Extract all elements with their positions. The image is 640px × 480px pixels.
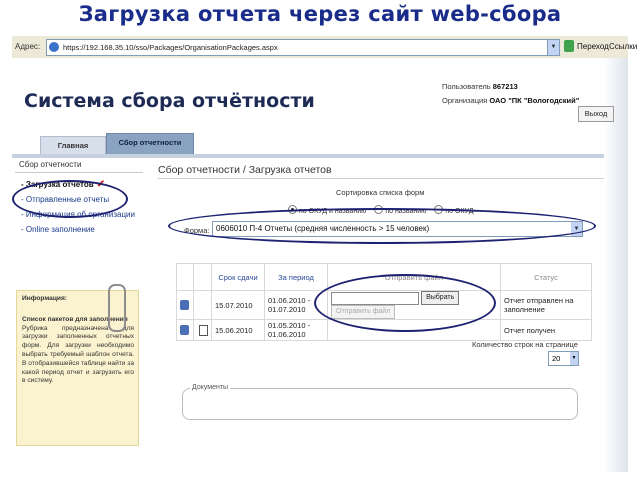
address-dropdown-icon[interactable]: ▼: [547, 39, 560, 56]
sidebar-heading: Сбор отчетности: [15, 160, 143, 173]
web-page: Система сбора отчётности Пользователь 86…: [12, 58, 628, 472]
table-cell-deadline: 15.06.2010: [211, 319, 265, 341]
table-header-icon-col: [176, 263, 194, 291]
table-header-deadline[interactable]: Срок сдачи: [211, 263, 265, 291]
table-header-period[interactable]: За период: [264, 263, 328, 291]
address-label: Адрес:: [15, 42, 41, 51]
rows-per-page-label: Количество строк на странице: [472, 340, 578, 349]
table-cell-doc: [193, 290, 212, 320]
paperclip-icon: [108, 284, 126, 332]
annotation-oval-form: [168, 208, 596, 244]
table-header-status: Статус: [500, 263, 592, 291]
tab-report-collection[interactable]: Сбор отчетности: [106, 133, 194, 156]
table-cell-status: Отчет получен: [500, 319, 592, 341]
table-cell-period: 01.05.2010 - 01.06.2010: [264, 319, 328, 341]
user-value: 867213: [492, 82, 518, 91]
tab-home[interactable]: Главная: [40, 136, 106, 156]
table-cell-deadline: 15.07.2010: [211, 290, 265, 320]
system-title: Система сбора отчётности: [24, 90, 315, 112]
documents-panel: [182, 388, 578, 420]
table-cell-doc: [193, 319, 212, 341]
chevron-down-icon[interactable]: ▼: [570, 352, 578, 365]
browser-toolbar: Адрес: https://192.168.35.10/sso/Package…: [12, 36, 637, 59]
org-value: ОАО "ПК "Вологодский": [489, 96, 580, 105]
ie-page-icon: [49, 42, 59, 52]
info-text: Рубрика предназначена для загрузки запол…: [22, 324, 134, 385]
user-info: Пользователь 867213 Организация ОАО "ПК …: [442, 80, 579, 108]
slide-title: Загрузка отчета через сайт web-сбора: [78, 2, 562, 26]
page-heading: Сбор отчетности / Загрузка отчетов: [158, 164, 332, 176]
report-icon[interactable]: [180, 300, 189, 310]
go-arrow-icon[interactable]: [564, 40, 574, 52]
documents-label: Документы: [190, 384, 231, 391]
address-url: https://192.168.35.10/sso/Packages/Organ…: [63, 43, 278, 52]
report-icon[interactable]: [180, 325, 189, 335]
address-bar[interactable]: https://192.168.35.10/sso/Packages/Organ…: [46, 39, 560, 56]
heading-divider: [158, 178, 604, 179]
org-label: Организация: [442, 96, 488, 105]
document-icon[interactable]: [199, 324, 208, 336]
annotation-oval-upload: [314, 274, 496, 332]
sort-label: Сортировка списка форм: [336, 188, 425, 197]
logout-button[interactable]: Выход: [578, 106, 614, 122]
table-header-doc-col: [193, 263, 212, 291]
go-button[interactable]: Переход: [577, 42, 609, 51]
user-label: Пользователь: [442, 82, 491, 91]
rows-per-page-value: 20: [552, 354, 561, 363]
table-cell-icon: [176, 290, 194, 320]
annotation-oval-sidebar: [12, 180, 128, 218]
links-button[interactable]: Ссылки: [609, 42, 637, 51]
sidebar-item-online-fill[interactable]: - Online заполнение: [15, 222, 143, 237]
rows-per-page-select[interactable]: 20 ▼: [548, 351, 579, 366]
table-cell-icon: [176, 319, 194, 341]
tab-underline: [12, 154, 604, 158]
table-cell-status: Отчет отправлен на заполнение: [500, 290, 592, 320]
